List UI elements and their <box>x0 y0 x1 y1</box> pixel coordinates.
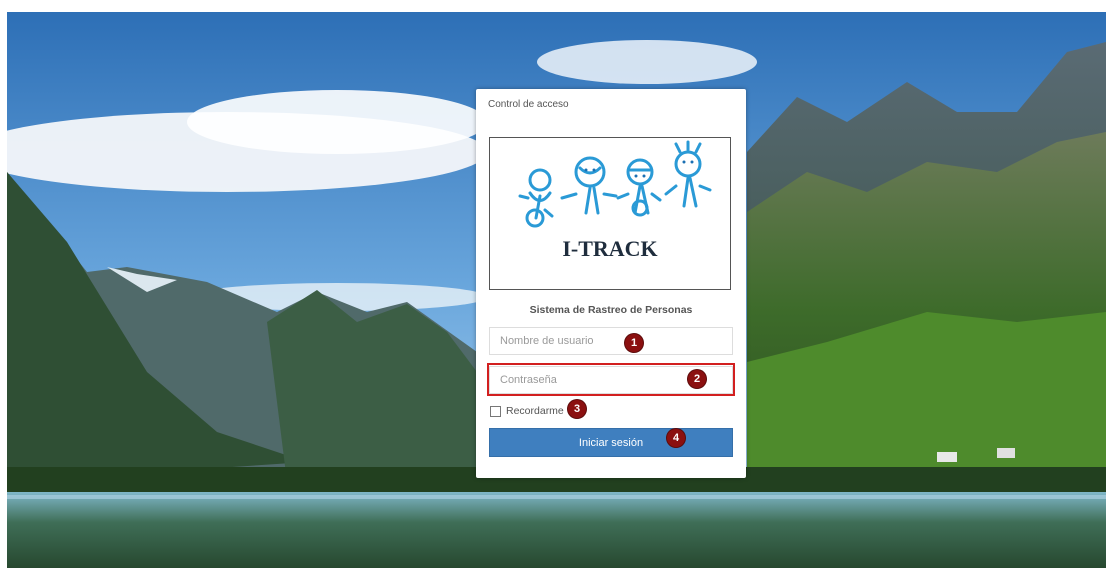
logo-text: I-TRACK <box>562 236 658 261</box>
annotation-badge-4: 4 <box>667 429 685 447</box>
annotation-badge-2: 2 <box>688 370 706 388</box>
logo-box: I-TRACK <box>489 137 731 290</box>
annotation-badge-3: 3 <box>568 400 586 418</box>
login-button[interactable]: Iniciar sesión <box>489 428 733 457</box>
remember-me-checkbox[interactable]: Recordarme <box>490 405 564 417</box>
login-card: Control de acceso I-TRACK Sistema de Ras… <box>476 89 746 478</box>
annotation-badge-1: 1 <box>625 334 643 352</box>
system-subtitle: Sistema de Rastreo de Personas <box>529 304 693 316</box>
checkbox-icon[interactable] <box>490 405 501 417</box>
remember-me-label: Recordarme <box>506 405 564 417</box>
kids-logo-icon <box>518 140 712 228</box>
username-input[interactable] <box>489 327 733 355</box>
card-title: Control de acceso <box>488 99 569 110</box>
